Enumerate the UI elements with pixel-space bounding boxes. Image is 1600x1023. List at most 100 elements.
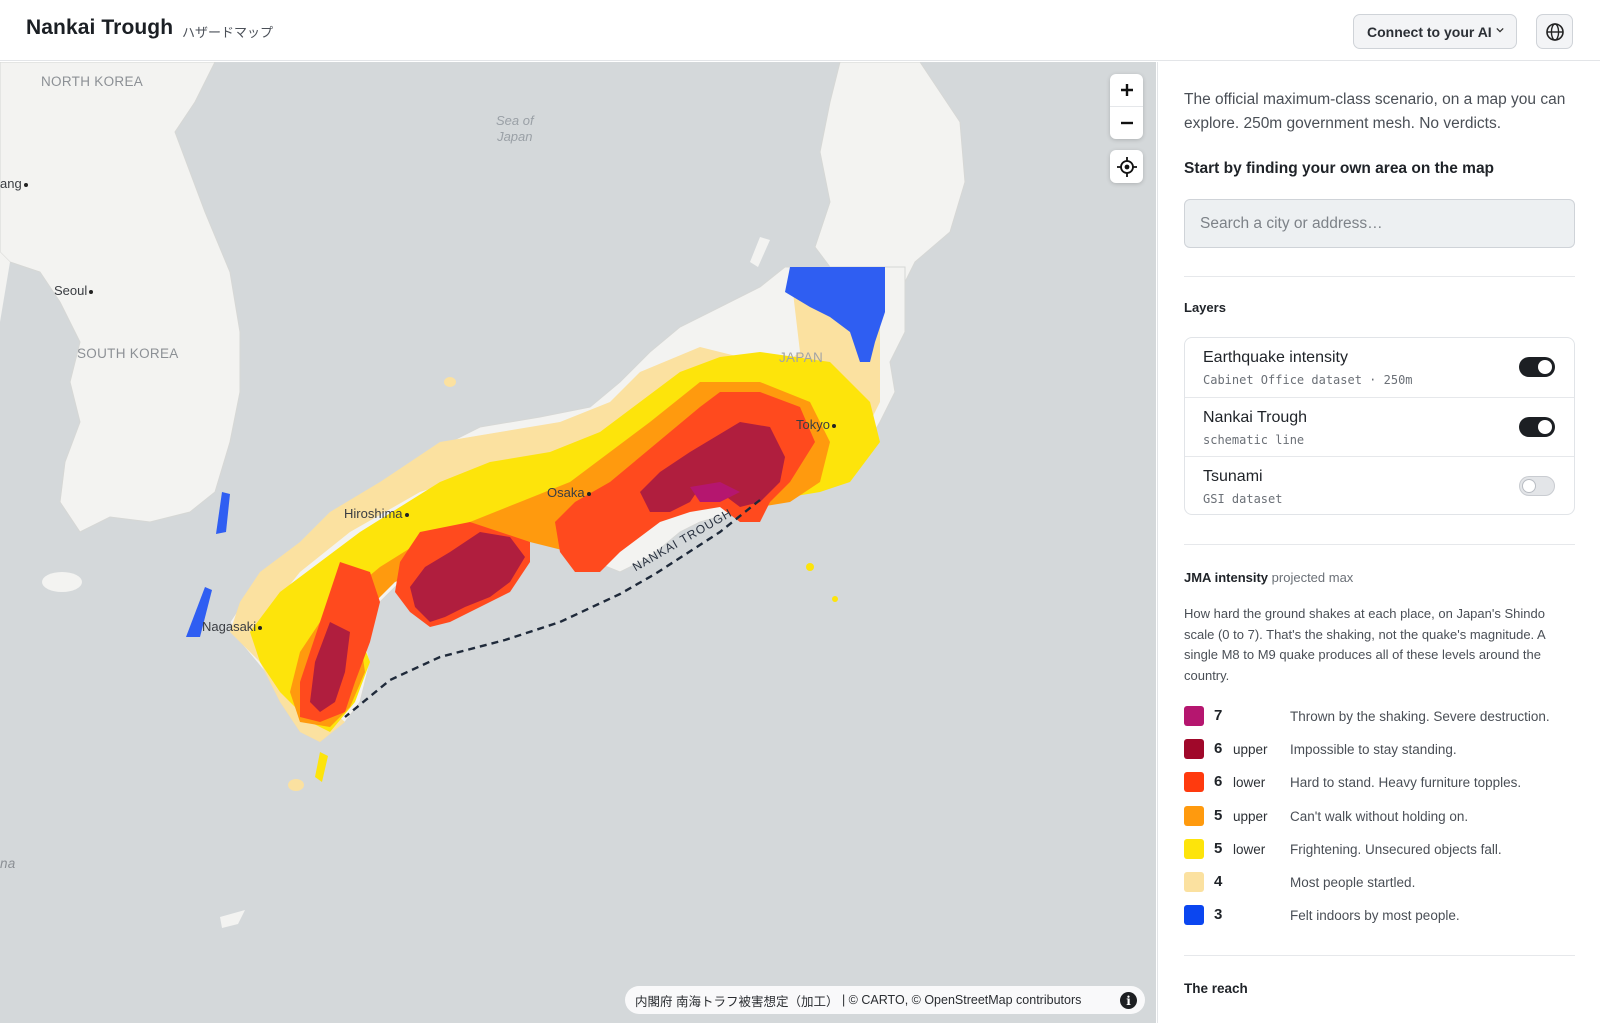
legend-description: Frightening. Unsecured objects fall. [1290,841,1502,857]
legend-level: 6 [1214,740,1223,758]
plus-icon [1120,84,1133,96]
island-tsushima [42,572,82,592]
china-coast [0,252,10,322]
zoom-controls [1110,74,1143,139]
map-canvas[interactable] [0,62,1156,1023]
reach-heading: The reach [1184,981,1248,996]
legend-description: Can't walk without holding on. [1290,808,1469,824]
legend-level: 3 [1214,906,1223,924]
layer-source: GSI dataset [1203,492,1283,506]
zoom-in-button[interactable] [1110,74,1143,106]
legend-qualifier: lower [1233,841,1266,857]
attribution-sep: | © [838,993,862,1007]
app-subtitle: ハザードマップ [182,25,274,40]
label-tokyo: Tokyo [796,417,836,432]
label-south-korea: SOUTH KOREA [77,346,179,361]
island-izu-2 [832,596,838,602]
label-edge-partial: na [0,856,16,871]
jma-title: JMA intensity [1184,570,1269,585]
intensity-3-island [216,492,230,534]
locate-button[interactable] [1110,150,1143,183]
layer-row-nankai[interactable]: Nankai Trough schematic line [1185,397,1574,456]
layer-source: Cabinet Office dataset · 250m [1203,373,1413,387]
info-icon[interactable]: i [1120,992,1137,1009]
japan-honshu-north [814,62,966,283]
start-heading: Start by finding your own area on the ma… [1184,160,1495,177]
zoom-out-button[interactable] [1110,107,1143,139]
legend-qualifier: upper [1233,742,1268,758]
layer-name: Nankai Trough [1203,409,1308,426]
layer-row-earthquake[interactable]: Earthquake intensity Cabinet Office data… [1185,338,1574,397]
label-hiroshima: Hiroshima [344,506,409,521]
globe-icon [1545,22,1564,41]
top-bar: Nankai Trough ハザードマップ Connect to your AI [0,0,1600,61]
legend-description: Impossible to stay standing. [1290,742,1457,758]
island-sado [750,237,770,267]
label-north-korea: NORTH KOREA [41,74,144,89]
jma-description: How hard the ground shakes at each place… [1184,606,1546,683]
layer-source: schematic line [1203,433,1305,447]
legend-description: Most people startled. [1290,875,1416,890]
legend-row: 3 Felt indoors by most people. [1184,905,1584,926]
attribution-contributors: contributors [1012,993,1082,1007]
toggle-knob [1538,360,1552,374]
legend-description: Felt indoors by most people. [1290,908,1460,924]
legend-description: Hard to stand. Heavy furniture topples. [1290,775,1522,791]
legend-swatch [1184,838,1204,859]
sea-label-line-2: Japan [497,129,533,144]
jma-subtitle: projected max [1271,570,1354,585]
legend-level: 5 [1214,839,1223,857]
legend-level: 7 [1214,707,1223,724]
island-kyushu-south [288,779,304,791]
layer-row-tsunami[interactable]: Tsunami GSI dataset [1185,456,1574,515]
city-dot [831,423,836,428]
layer-toggle-tsunami[interactable] [1519,476,1555,496]
divider [1184,955,1575,956]
layer-toggle-nankai[interactable] [1519,417,1555,437]
map-attribution: 内閣府 南海トラフ被害想定（加工） | © CARTO , © OpenStre… [625,986,1145,1014]
label-osaka: Osaka [547,485,591,500]
legend-description: Thrown by the shaking. Severe destructio… [1290,709,1550,724]
legend-qualifier: lower [1233,775,1266,791]
osm-link[interactable]: OpenStreetMap [924,993,1012,1007]
intro-text: The official maximum-class scenario, on … [1184,91,1566,132]
sea-label-line-1: Sea of [496,113,534,128]
island-izu [806,563,814,571]
legend-swatch [1184,872,1204,892]
hazard-map[interactable]: NORTH KOREA SOUTH KOREA JAPAN Sea of Jap… [0,62,1156,1023]
label-seoul: Seoul [54,283,94,298]
legend-row: 4 Most people startled. [1184,872,1584,892]
city-dot [89,289,94,294]
label-nagasaki: Nagasaki [202,619,263,634]
legend-swatch [1184,706,1204,726]
city-dot [23,182,28,187]
layers-list: Earthquake intensity Cabinet Office data… [1184,337,1575,515]
island-oki [444,377,456,387]
layer-name: Tsunami [1203,468,1263,485]
carto-link[interactable]: CARTO [861,993,904,1007]
korean-peninsula [0,62,241,533]
seoul-text: Seoul [54,283,88,298]
pyongyang-text: ang [0,176,22,191]
legend-level: 5 [1214,806,1223,824]
city-dot [258,625,263,630]
search-input[interactable]: Search a city or address… [1184,199,1575,248]
minus-icon [1120,121,1133,125]
tokyo-text: Tokyo [796,417,830,432]
divider [1184,276,1575,277]
label-pyongyang: ang [0,176,28,191]
nagasaki-text: Nagasaki [202,619,257,634]
legend-row: 5 lower Frightening. Unsecured objects fal… [1184,838,1584,859]
layer-toggle-earthquake[interactable] [1519,357,1555,377]
connect-ai-button[interactable]: Connect to your AI [1353,14,1517,49]
legend-qualifier: upper [1233,808,1268,824]
island-south-1 [220,910,245,928]
legend-swatch [1184,772,1204,793]
language-button[interactable] [1536,14,1573,49]
hiroshima-text: Hiroshima [344,506,403,521]
label-sea-of-japan: Sea of Japan [496,113,534,145]
attribution-source: 内閣府 南海トラフ被害想定（加工） [635,994,839,1009]
legend-row: 7 Thrown by the shaking. Severe destructi… [1184,706,1584,726]
layers-heading: Layers [1184,300,1226,315]
legend-swatch [1184,739,1204,760]
